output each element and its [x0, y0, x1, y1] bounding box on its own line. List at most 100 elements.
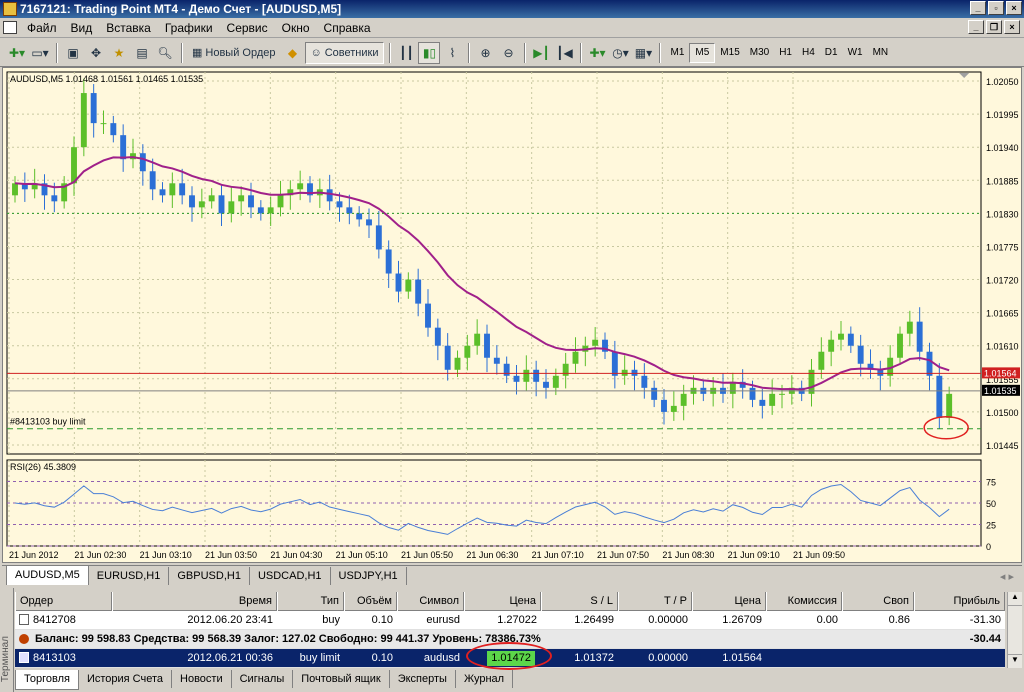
col-order[interactable]: Ордер [15, 591, 112, 611]
tab-usdjpy[interactable]: USDJPY,H1 [331, 567, 407, 585]
col-tp[interactable]: T / P [618, 591, 692, 611]
col-sl[interactable]: S / L [541, 591, 618, 611]
minimize-button[interactable]: _ [970, 1, 986, 15]
candlestick-icon[interactable]: ▮▯ [418, 41, 441, 64]
tab-scroll-arrows-icon[interactable]: ◂ ▸ [992, 568, 1022, 585]
price-chart[interactable]: 1.02050 1.01995 1.01940 1.01885 1.01830 1.017… [3, 68, 1021, 562]
market-watch-icon[interactable]: ▣ [62, 42, 84, 64]
navigator-icon[interactable]: ★ [108, 42, 130, 64]
strategy-tester-icon[interactable]: 🔍︎ [154, 42, 176, 64]
time-tick-label: 21 Jun 03:50 [205, 550, 257, 560]
tab-usdcad[interactable]: USDCAD,H1 [250, 567, 331, 585]
menu-window[interactable]: Окно [275, 21, 317, 35]
mdi-minimize-button[interactable]: _ [968, 20, 984, 34]
candle-body [818, 351, 825, 370]
candle-body [356, 213, 363, 220]
profiles-icon[interactable]: ▭▾ [29, 42, 51, 64]
chart-shift-icon[interactable]: ┃◀ [553, 42, 575, 64]
line-chart-icon[interactable]: ⌇ [441, 42, 463, 64]
timeframe-m30[interactable]: M30 [745, 43, 774, 63]
col-time[interactable]: Время [112, 591, 277, 611]
candle-body [238, 195, 245, 202]
candle-body [228, 201, 235, 214]
pending-order-sl: 1.01372 [574, 651, 614, 664]
menu-tools[interactable]: Сервис [220, 21, 275, 35]
tab-gbpusd[interactable]: GBPUSD,H1 [169, 567, 250, 585]
menu-charts[interactable]: Графики [158, 21, 220, 35]
candle-body [926, 351, 933, 376]
new-chart-icon[interactable]: ✚▾ [6, 42, 28, 64]
auto-scroll-icon[interactable]: ▶┃ [530, 42, 552, 64]
scroll-down-icon[interactable]: ▼ [1008, 654, 1022, 668]
templates-icon[interactable]: ▦▾ [632, 42, 654, 64]
candle-body [395, 273, 402, 292]
candle-body [336, 201, 343, 208]
terminal-icon[interactable]: ▤ [131, 42, 153, 64]
zoom-out-icon[interactable]: ⊖ [497, 42, 519, 64]
indicators-icon[interactable]: ✚▾ [586, 42, 608, 64]
timeframe-m1[interactable]: M1 [665, 43, 689, 63]
chart-tabs: AUDUSD,M5 EURUSD,H1 GBPUSD,H1 USDCAD,H1 … [2, 565, 1022, 585]
mdi-close-button[interactable]: × [1004, 20, 1020, 34]
tab-account-history[interactable]: История Счета [79, 670, 173, 688]
menu-file[interactable]: Файл [20, 21, 64, 35]
pending-order-current-price: 1.01564 [722, 651, 762, 664]
bar-chart-icon[interactable]: ┃┃ [395, 42, 417, 64]
terminal-side-label: Терминал [0, 635, 11, 682]
crosshair-icon[interactable]: ✥ [85, 42, 107, 64]
tab-trade[interactable]: Торговля [15, 670, 79, 690]
price-tick-label: 1.01830 [986, 209, 1019, 219]
col-volume[interactable]: Объём [344, 591, 397, 611]
menu-help[interactable]: Справка [317, 21, 378, 35]
tab-news[interactable]: Новости [172, 670, 232, 688]
order-price: 1.27022 [497, 613, 537, 626]
col-profit[interactable]: Прибыль [914, 591, 1005, 611]
timeframe-m15[interactable]: M15 [715, 43, 744, 63]
zoom-in-icon[interactable]: ⊕ [474, 42, 496, 64]
tab-mailbox[interactable]: Почтовый ящик [293, 670, 390, 688]
col-symbol[interactable]: Символ [397, 591, 464, 611]
tab-signals[interactable]: Сигналы [232, 670, 294, 688]
tab-audusd[interactable]: AUDUSD,M5 [6, 565, 89, 585]
menu-view[interactable]: Вид [64, 21, 100, 35]
experts-button[interactable]: ☺ Советники [304, 41, 385, 64]
col-commission[interactable]: Комиссия [766, 591, 842, 611]
terminal-scrollbar[interactable]: ▲ ▼ [1007, 592, 1022, 668]
timeframe-h4[interactable]: H4 [797, 43, 820, 63]
timeframe-h1[interactable]: H1 [774, 43, 797, 63]
tab-journal[interactable]: Журнал [456, 670, 514, 688]
timeframe-w1[interactable]: W1 [843, 43, 868, 63]
timeframe-d1[interactable]: D1 [820, 43, 843, 63]
rsi-tick-label: 0 [986, 542, 991, 552]
candle-body [572, 351, 579, 364]
price-tick-label: 1.01610 [986, 342, 1019, 352]
metaeditor-icon[interactable]: ◆ [282, 42, 304, 64]
pending-order-icon [19, 652, 29, 664]
col-current-price[interactable]: Цена [692, 591, 766, 611]
tab-eurusd[interactable]: EURUSD,H1 [89, 567, 170, 585]
candle-body [80, 93, 87, 148]
candle-body [769, 393, 776, 406]
chart-document-icon[interactable] [3, 21, 17, 34]
close-button[interactable]: × [1006, 1, 1022, 15]
candle-body [326, 189, 333, 202]
chart-window[interactable]: 1.02050 1.01995 1.01940 1.01885 1.01830 1.017… [2, 67, 1022, 563]
candle-body [474, 333, 481, 346]
menu-bar: Файл Вид Вставка Графики Сервис Окно Спр… [0, 18, 1024, 38]
periods-clock-icon[interactable]: ◷▾ [609, 42, 631, 64]
candle-body [533, 369, 540, 382]
table-row[interactable]: 8412708 2012.06.20 23:41 buy 0.10 eurusd… [15, 611, 1005, 630]
mdi-restore-button[interactable]: ❐ [986, 20, 1002, 34]
timeframe-mn[interactable]: MN [868, 43, 894, 63]
menu-insert[interactable]: Вставка [99, 21, 158, 35]
new-order-button[interactable]: ▦ Новый Ордер [187, 42, 281, 64]
col-price[interactable]: Цена [464, 591, 541, 611]
col-swap[interactable]: Своп [842, 591, 914, 611]
col-type[interactable]: Тип [277, 591, 344, 611]
timeframe-m5[interactable]: M5 [689, 42, 716, 63]
tab-experts[interactable]: Эксперты [390, 670, 456, 688]
scroll-up-icon[interactable]: ▲ [1008, 592, 1022, 606]
maximize-button[interactable]: ▫ [988, 1, 1004, 15]
candle-body [631, 369, 638, 376]
pending-order-row[interactable]: 8413103 2012.06.21 00:36 buy limit 0.10 … [15, 649, 1005, 668]
